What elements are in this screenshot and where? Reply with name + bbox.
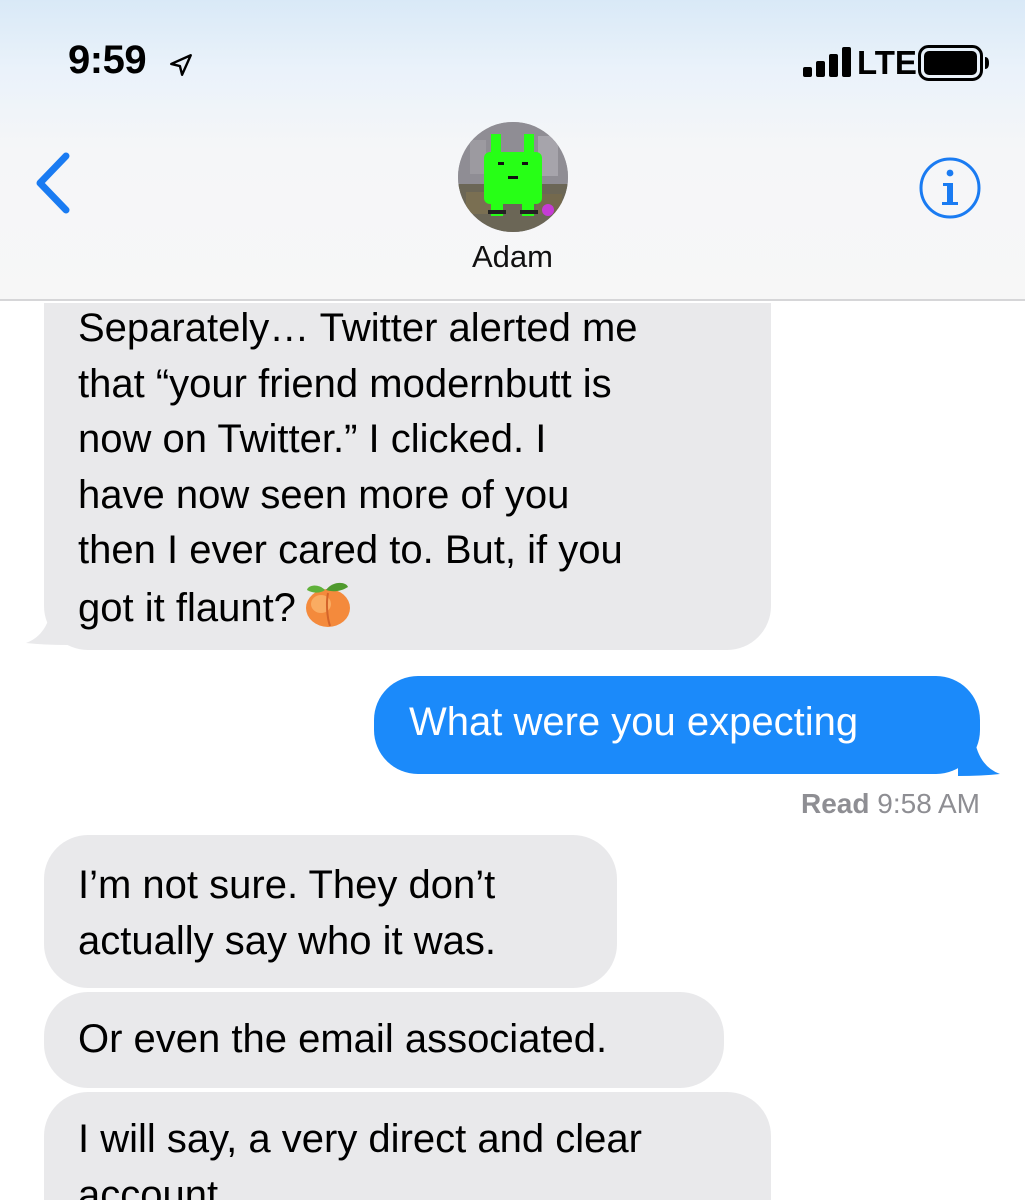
back-button[interactable] bbox=[30, 148, 80, 218]
read-receipt: Read 9:58 AM bbox=[801, 788, 980, 820]
cellular-signal-icon bbox=[803, 47, 851, 77]
message-thread[interactable]: Separately… Twitter alerted me that “you… bbox=[0, 303, 1025, 1200]
message-text: I’m not sure. They don’t actually say wh… bbox=[78, 863, 496, 963]
received-message-bubble[interactable]: Or even the email associated. bbox=[44, 992, 724, 1088]
avatar[interactable] bbox=[458, 122, 568, 232]
received-message-bubble[interactable]: Separately… Twitter alerted me that “you… bbox=[44, 303, 771, 650]
status-time: 9:59 bbox=[68, 38, 147, 82]
message-text: What were you expecting bbox=[409, 700, 859, 744]
message-text: Separately… Twitter alerted me that “you… bbox=[78, 306, 638, 630]
messages-screen: 9:59 LTE Adam Separately… Twitter alerte… bbox=[0, 0, 1025, 1200]
received-message-bubble[interactable]: I will say, a very direct and clear acco… bbox=[44, 1092, 771, 1200]
bubble-tail bbox=[26, 605, 68, 645]
message-text: I will say, a very direct and clear acco… bbox=[78, 1117, 642, 1200]
network-type: LTE bbox=[857, 44, 917, 81]
message-text: Or even the email associated. bbox=[78, 1017, 608, 1061]
contact-name[interactable]: Adam bbox=[0, 239, 1025, 275]
read-label: Read bbox=[801, 788, 870, 819]
battery-icon bbox=[918, 45, 989, 81]
bubble-tail bbox=[958, 736, 1000, 776]
sent-message-bubble[interactable]: What were you expecting bbox=[374, 676, 980, 774]
info-icon[interactable] bbox=[918, 156, 982, 220]
avatar-creature-image bbox=[458, 122, 568, 232]
conversation-header: 9:59 LTE Adam bbox=[0, 0, 1025, 301]
peach-icon bbox=[305, 582, 350, 627]
location-arrow-icon bbox=[170, 54, 192, 76]
received-message-bubble[interactable]: I’m not sure. They don’t actually say wh… bbox=[44, 835, 617, 988]
read-time: 9:58 AM bbox=[877, 788, 980, 819]
